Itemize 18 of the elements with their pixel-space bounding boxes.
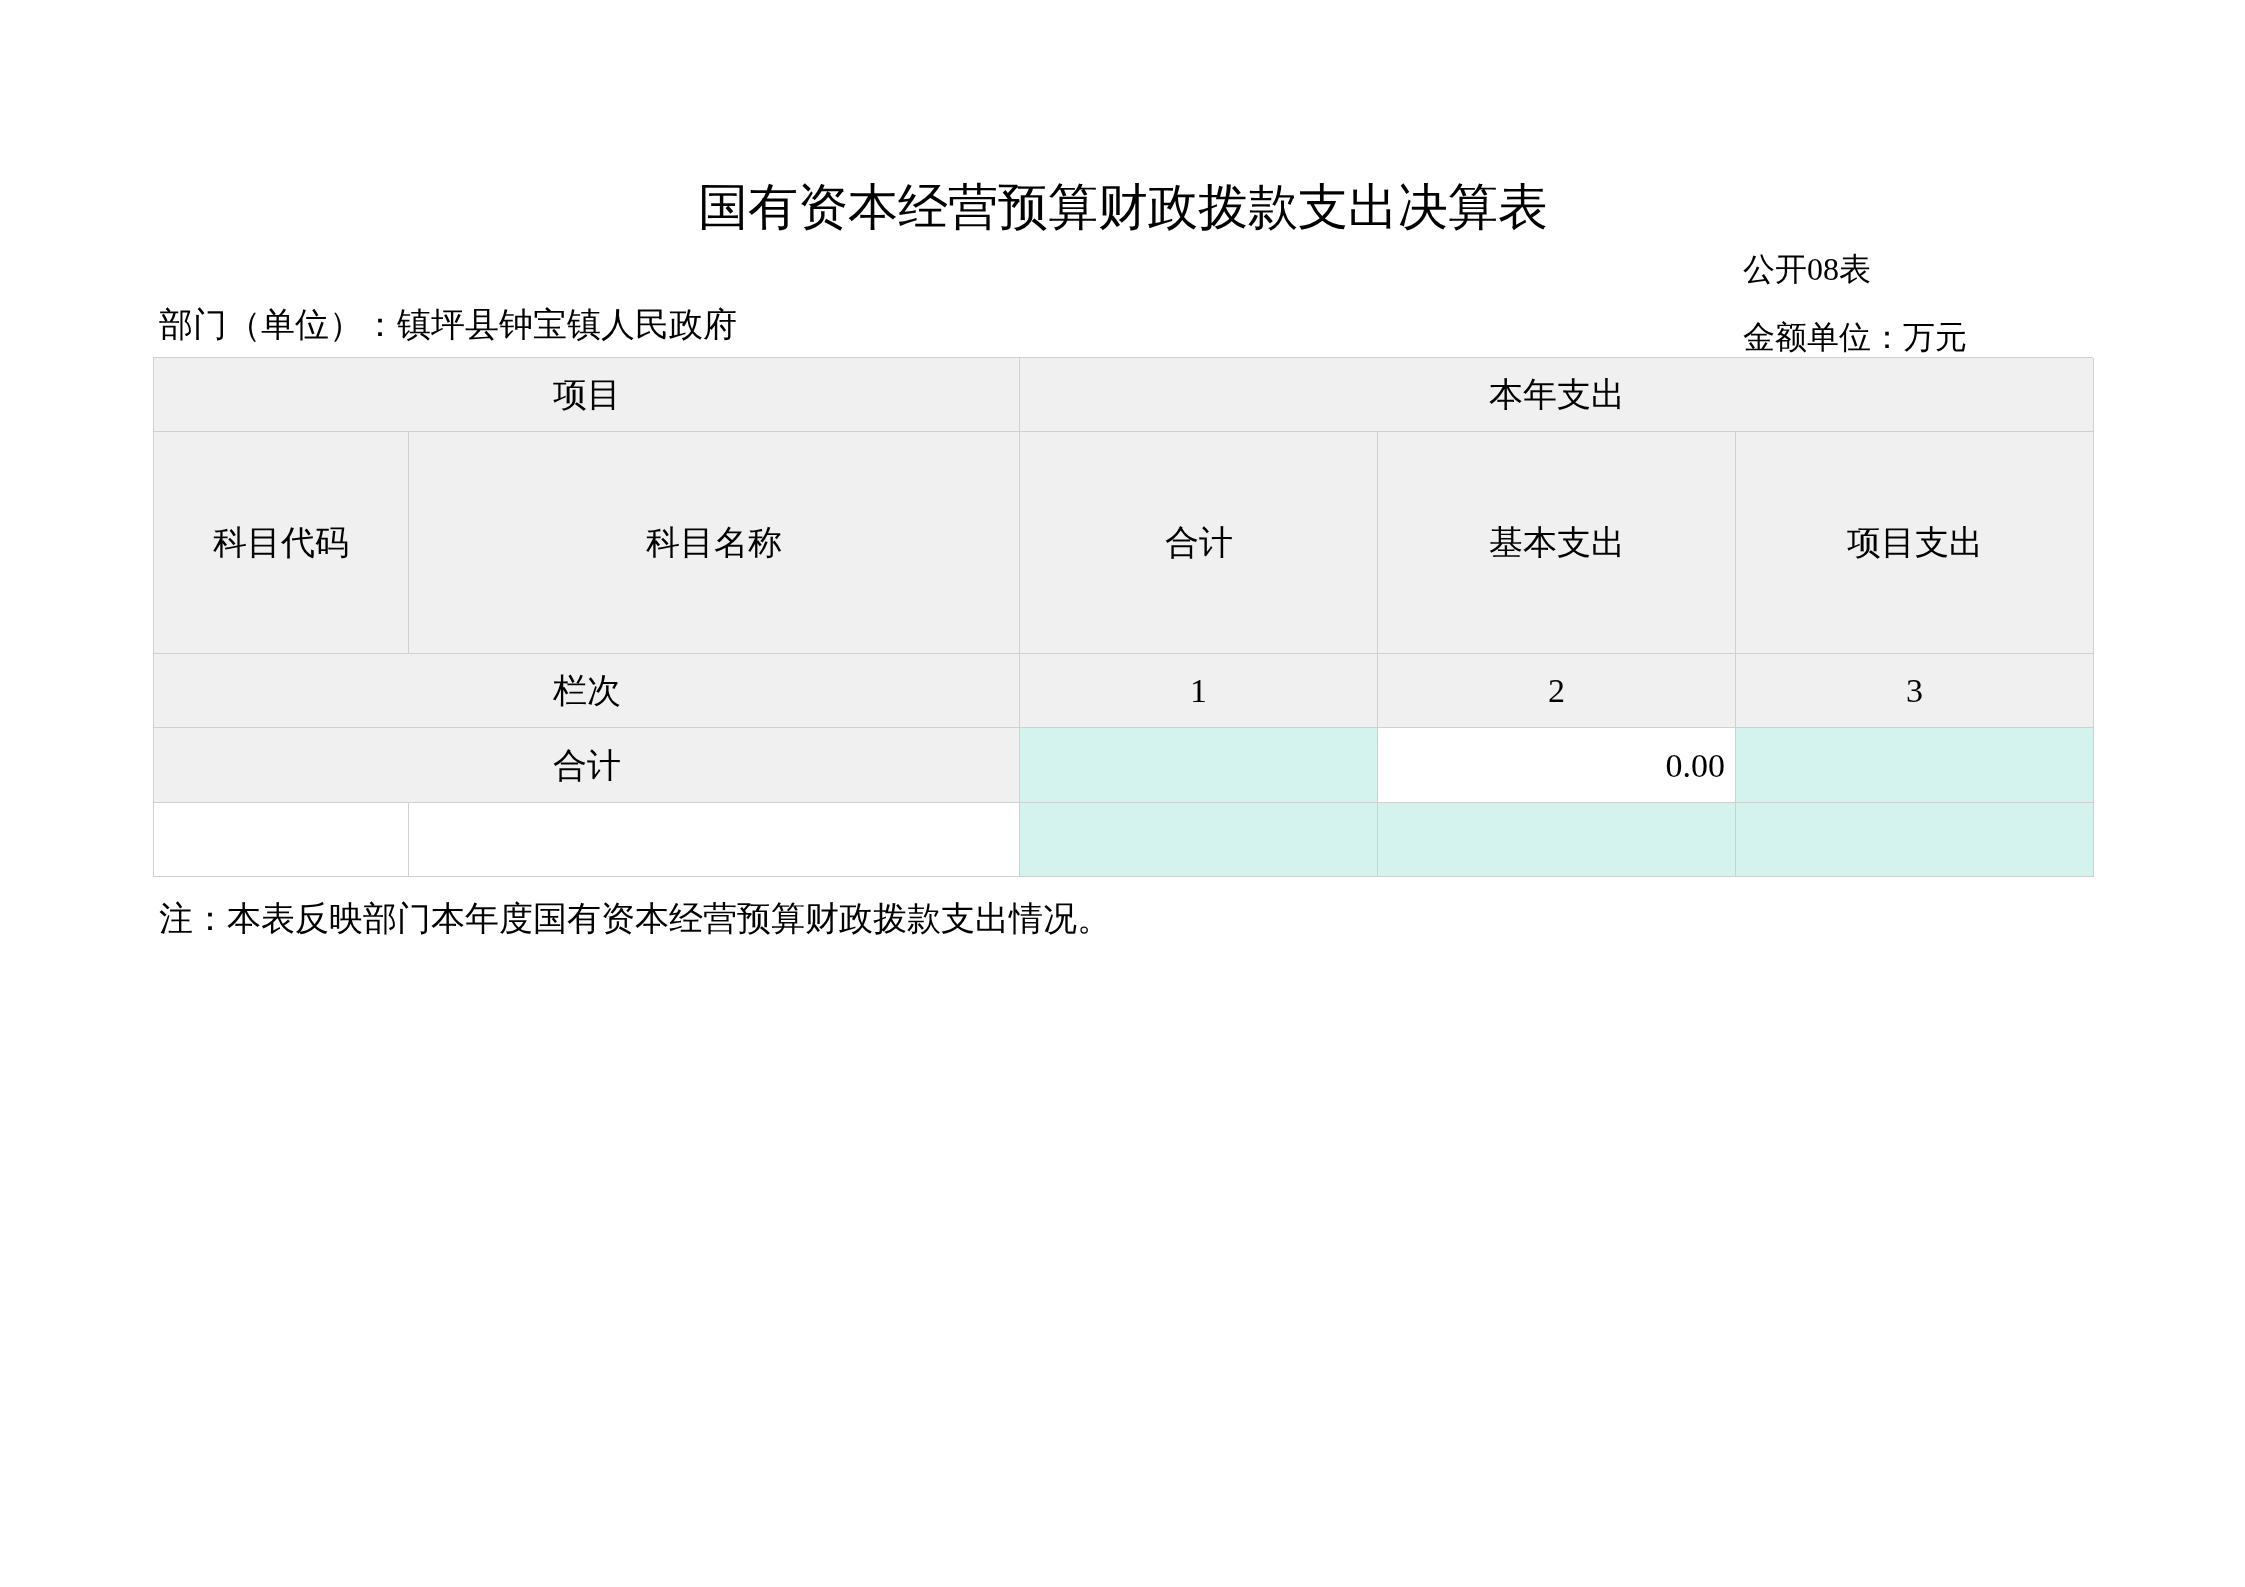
table-title: 国有资本经营预算财政拨款支出决算表 [698, 178, 1548, 237]
index-cell: 3 [1736, 654, 2094, 728]
header-cell: 基本支出 [1378, 432, 1736, 654]
header-cell: 项目 [154, 358, 1020, 432]
department-label: 部门（单位）：镇坪县钟宝镇人民政府 [159, 305, 737, 345]
index-cell: 2 [1378, 654, 1736, 728]
index-cell: 1 [1020, 654, 1378, 728]
table-number: 公开08表 [1743, 250, 1872, 289]
index-cell: 栏次 [154, 654, 1020, 728]
unit-label: 金额单位：万元 [1743, 318, 1968, 357]
table-cell: 0.00 [1378, 728, 1736, 803]
header-cell: 科目代码 [154, 432, 409, 654]
header-cell: 合计 [1020, 432, 1378, 654]
header-cell: 本年支出 [1020, 358, 2094, 432]
table-note: 注：本表反映部门本年度国有资本经营预算财政拨款支出情况。 [159, 899, 1112, 939]
header-cell: 项目支出 [1736, 432, 2094, 654]
header-cell: 科目名称 [409, 432, 1020, 654]
row-label-cell: 合计 [154, 728, 1020, 803]
